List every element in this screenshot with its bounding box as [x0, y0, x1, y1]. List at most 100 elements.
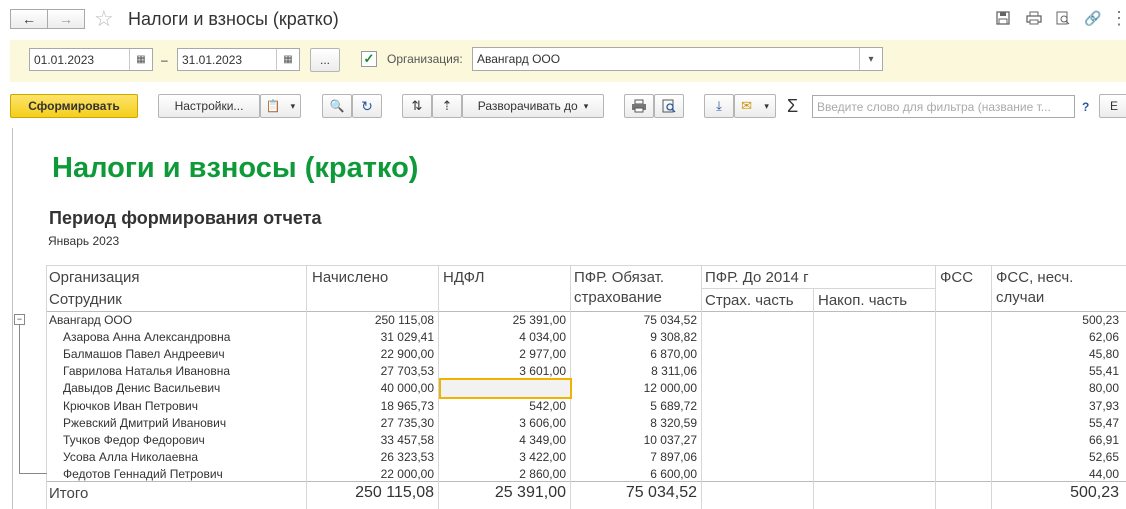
- org-row-fss-acc: 500,23: [1082, 313, 1119, 327]
- chevron-down-icon: ▾: [583, 100, 589, 111]
- org-row-accrued: 250 115,08: [374, 313, 434, 327]
- row-pfr: 12 000,00: [643, 381, 697, 395]
- row-ndfl: 3 601,00: [519, 364, 566, 378]
- selected-cell[interactable]: [439, 378, 572, 399]
- row-name: Усова Алла Николаевна: [63, 450, 199, 464]
- calendar-icon[interactable]: ▦: [129, 49, 152, 70]
- search-next-icon: ↻: [361, 97, 373, 114]
- preview-icon[interactable]: [1056, 11, 1070, 28]
- mail-icon: ✉: [741, 98, 753, 113]
- row-name: Балмашов Павел Андреевич: [63, 347, 225, 361]
- calendar-icon[interactable]: ▦: [276, 49, 299, 70]
- org-select[interactable]: Авангард ООО ▾: [472, 47, 883, 71]
- row-ndfl: 4 034,00: [519, 330, 566, 344]
- print-button[interactable]: [624, 94, 654, 118]
- check-icon: ✓: [363, 51, 375, 66]
- expand-all-icon: ⇅: [411, 98, 423, 113]
- row-pfr: 6 870,00: [650, 347, 697, 361]
- chevron-down-icon[interactable]: ▾: [859, 48, 882, 70]
- row-pfr: 8 320,59: [650, 416, 697, 430]
- header-fss-acc-2: случаи: [996, 289, 1045, 306]
- period-value: Январь 2023: [48, 234, 120, 248]
- header-fss-acc-1: ФСС, несч.: [996, 269, 1074, 286]
- date-to-value: 31.01.2023: [182, 52, 243, 67]
- row-fss-acc: 55,41: [1088, 364, 1119, 378]
- total-label: Итого: [49, 485, 89, 502]
- row-name: Азарова Анна Александровна: [63, 330, 231, 344]
- date-from-value: 01.01.2023: [34, 52, 95, 67]
- total-ndfl: 25 391,00: [494, 484, 566, 501]
- org-row-pfr: 75 034,52: [643, 313, 697, 327]
- row-ndfl: 3 422,00: [519, 450, 566, 464]
- row-pfr: 6 600,00: [650, 467, 697, 481]
- star-icon[interactable]: ☆: [94, 6, 114, 32]
- search-icon: 🔍: [329, 99, 345, 113]
- collapse-all-icon: ⇡: [441, 98, 453, 113]
- header-pfr-mand-1: ПФР. Обязат.: [574, 269, 665, 286]
- row-pfr: 7 897,06: [650, 450, 697, 464]
- settings-button[interactable]: Настройки...: [158, 94, 260, 118]
- more-icon[interactable]: ⋮: [1110, 8, 1126, 29]
- filter-placeholder: Введите слово для фильтра (название т...: [817, 99, 1051, 114]
- header-accrued: Начислено: [312, 269, 389, 286]
- expand-all-button[interactable]: ⇅: [402, 94, 432, 118]
- header-pfr-acc: Накоп. часть: [818, 292, 908, 309]
- row-fss-acc: 45,80: [1088, 347, 1119, 361]
- variants-icon: 📋: [265, 99, 281, 113]
- expand-to-button[interactable]: Разворачивать до ▾: [462, 94, 604, 118]
- search-button[interactable]: 🔍: [322, 94, 352, 118]
- send-mail-button[interactable]: ✉ ▾: [734, 94, 776, 118]
- preview-button[interactable]: [654, 94, 684, 118]
- variants-button[interactable]: 📋 ▾: [260, 94, 301, 118]
- collapse-all-button[interactable]: ⇡: [432, 94, 462, 118]
- report-title: Налоги и взносы (кратко): [52, 152, 419, 184]
- row-fss-acc: 52,65: [1088, 450, 1119, 464]
- generate-button[interactable]: Сформировать: [10, 94, 138, 118]
- header-pfr-mand-2: страхование: [574, 289, 662, 306]
- org-label: Организация:: [387, 52, 463, 66]
- row-fss-acc: 37,93: [1088, 399, 1119, 413]
- row-name: Федотов Геннадий Петрович: [63, 467, 223, 481]
- row-ndfl: 2 977,00: [519, 347, 566, 361]
- row-accrued: 27 703,53: [380, 364, 434, 378]
- period-heading: Период формирования отчета: [49, 208, 322, 228]
- sum-icon[interactable]: Σ: [787, 96, 798, 117]
- row-name: Ржевский Дмитрий Иванович: [63, 416, 227, 430]
- date-to-field[interactable]: 31.01.2023 ▦: [177, 48, 300, 71]
- row-fss-acc: 80,00: [1088, 381, 1119, 395]
- row-name: Давыдов Денис Васильевич: [63, 381, 221, 395]
- arrow-left-icon: ←: [22, 11, 36, 27]
- org-checkbox[interactable]: ✓: [361, 51, 377, 67]
- back-button[interactable]: ←: [10, 9, 48, 29]
- row-ndfl: 542,00: [529, 399, 566, 413]
- total-accrued: 250 115,08: [355, 484, 434, 501]
- save-icon[interactable]: [996, 11, 1010, 28]
- date-from-field[interactable]: 01.01.2023 ▦: [29, 48, 153, 71]
- chevron-down-icon: ▾: [290, 100, 296, 111]
- filter-input[interactable]: Введите слово для фильтра (название т...: [812, 95, 1075, 118]
- chevron-down-icon: ▾: [764, 100, 769, 111]
- period-choose-button[interactable]: ...: [310, 48, 340, 72]
- search-next-button[interactable]: ↻: [352, 94, 382, 118]
- report-area[interactable]: Налоги и взносы (кратко) Период формиров…: [12, 128, 1126, 509]
- row-ndfl: 2 860,00: [519, 467, 566, 481]
- print-icon[interactable]: [1026, 11, 1042, 28]
- row-accrued: 22 900,00: [380, 347, 434, 361]
- forward-button[interactable]: →: [47, 9, 85, 29]
- more-actions-button[interactable]: Е: [1099, 94, 1126, 118]
- header-fss: ФСС: [940, 269, 974, 286]
- save-to-file-button[interactable]: ⤓: [704, 94, 734, 118]
- collapse-group-icon[interactable]: −: [14, 314, 25, 325]
- help-icon[interactable]: ?: [1082, 100, 1089, 114]
- row-pfr: 8 311,06: [651, 364, 697, 378]
- row-fss-acc: 55,47: [1088, 416, 1119, 430]
- row-accrued: 31 029,41: [380, 330, 434, 344]
- row-pfr: 9 308,82: [650, 330, 697, 344]
- link-icon[interactable]: 🔗: [1084, 10, 1101, 27]
- header-org: Организация: [49, 269, 140, 286]
- header-ndfl: НДФЛ: [443, 269, 485, 286]
- header-pfr-2014: ПФР. До 2014 г: [705, 269, 809, 286]
- header-pfr-ins: Страх. часть: [705, 292, 794, 309]
- row-fss-acc: 62,06: [1088, 330, 1119, 344]
- row-accrued: 40 000,00: [380, 381, 434, 395]
